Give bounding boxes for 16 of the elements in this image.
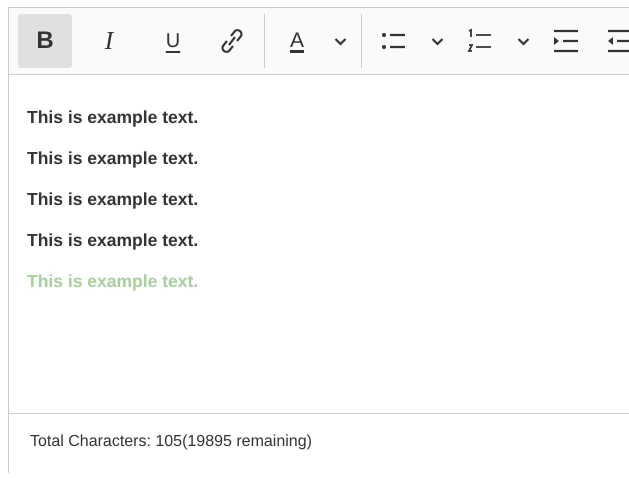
caret-icon: [430, 36, 444, 46]
outdent-icon: [606, 28, 629, 54]
font-color-button[interactable]: A: [275, 14, 319, 68]
indent-icon: [552, 28, 580, 54]
paragraph: This is example text.: [27, 147, 200, 170]
caret-icon: [334, 36, 346, 46]
numbered-list-icon: [466, 28, 494, 54]
paragraph: This is example text.: [27, 106, 200, 129]
character-count: Total Characters: 105(19895 remaining): [30, 433, 312, 450]
paragraph: This is example text.: [27, 188, 200, 211]
italic-button[interactable]: I: [82, 14, 136, 68]
paragraph: This is example text.: [27, 270, 200, 293]
bold-button[interactable]: B: [18, 14, 72, 68]
caret-icon: [516, 36, 530, 46]
paragraph: This is example text.: [27, 229, 200, 252]
underline-button[interactable]: U: [146, 14, 200, 68]
